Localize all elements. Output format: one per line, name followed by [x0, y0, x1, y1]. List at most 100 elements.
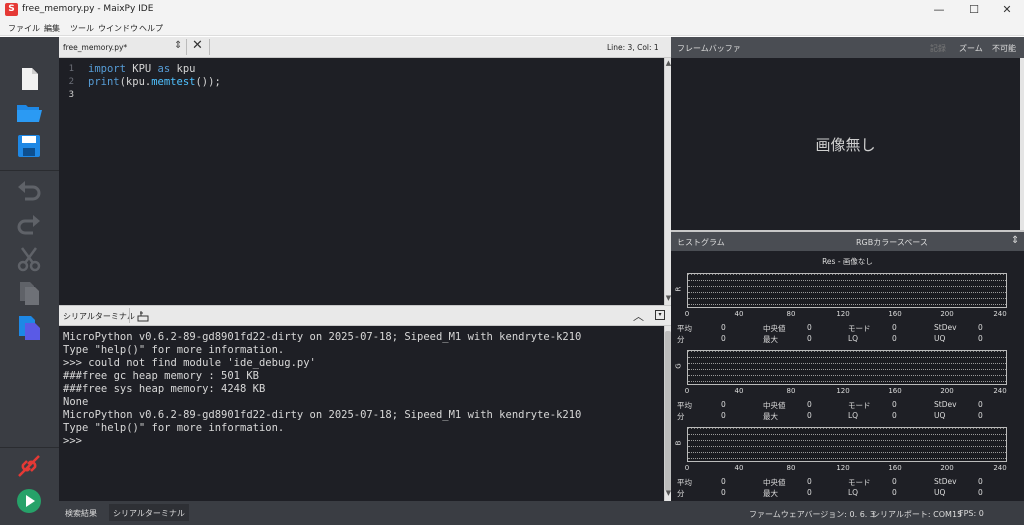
stat-label: LQ — [848, 488, 859, 497]
histogram-plot — [687, 427, 1007, 462]
terminal-collapse-icon[interactable]: ︿ — [633, 308, 644, 324]
terminal-save-icon[interactable] — [136, 309, 150, 323]
code-line[interactable]: import KPU as kpu — [88, 63, 658, 76]
stat-value: 0 — [721, 323, 726, 332]
cursor-position: Line: 3, Col: 1 — [607, 43, 659, 52]
tick-label: 80 — [786, 310, 796, 318]
menu-help[interactable]: ヘルプ — [139, 23, 163, 34]
tab-divider — [186, 39, 187, 55]
code-token: KPU — [125, 63, 158, 75]
framebuffer-scrollbar[interactable] — [1020, 58, 1024, 230]
editor-tab-bar: free_memory.py* ⇕ ✕ Line: 3, Col: 1 — [59, 37, 671, 58]
fps-counter: FPS: 0 — [959, 509, 984, 518]
code-content[interactable]: import KPU as kpu print(kpu.memtest()); — [88, 63, 658, 89]
stat-value: 0 — [978, 400, 983, 409]
undo-icon[interactable] — [15, 177, 43, 205]
zoom-button[interactable]: ズーム — [959, 43, 983, 54]
copy-icon[interactable] — [15, 279, 43, 307]
open-folder-icon[interactable] — [15, 98, 43, 126]
menu-tools[interactable]: ツール — [70, 23, 94, 34]
stat-label: モード — [848, 478, 871, 487]
terminal-line: Type "help()" for more information. — [63, 422, 285, 434]
close-window-button[interactable]: ✕ — [990, 0, 1024, 20]
record-button[interactable]: 記録 — [930, 43, 946, 54]
terminal-line: ###free gc heap memory : 501 KB — [63, 370, 259, 382]
plot-gridline — [688, 363, 1006, 364]
disable-button[interactable]: 不可能 — [992, 43, 1016, 54]
editor-file-tab[interactable]: free_memory.py* — [63, 43, 127, 52]
tick-label: 80 — [786, 387, 796, 395]
stat-label: LQ — [848, 411, 859, 420]
menu-edit[interactable]: 編集 — [44, 23, 60, 34]
disconnect-icon[interactable] — [15, 452, 43, 480]
stat-value: 0 — [807, 334, 812, 343]
run-icon[interactable] — [15, 487, 43, 515]
search-results-tab[interactable]: 検索結果 — [65, 508, 97, 519]
terminal-line: None — [63, 396, 89, 408]
stat-label: LQ — [848, 334, 859, 343]
serial-terminal-output[interactable]: MicroPython v0.6.2-89-gd8901fd22-dirty o… — [59, 326, 664, 501]
editor-scrollbar[interactable]: ▲ ▼ — [664, 58, 671, 305]
histogram-caption: Res - 画像なし — [822, 257, 873, 266]
stat-label: モード — [848, 324, 871, 333]
stat-value: 0 — [807, 411, 812, 420]
app-logo-icon: S — [5, 3, 18, 16]
tick-label: 160 — [888, 310, 902, 318]
plot-gridline — [688, 357, 1006, 358]
terminal-title: シリアルターミナル — [63, 312, 135, 321]
terminal-scrollbar[interactable]: ▼ — [664, 326, 671, 501]
colorspace-dropdown-icon[interactable]: ⇕ — [1011, 235, 1019, 246]
tick-label: 120 — [836, 464, 850, 472]
toolbar-divider — [0, 447, 59, 448]
title-bar: S free_memory.py - MaixPy IDE — ☐ ✕ — [0, 0, 1024, 20]
cut-icon[interactable] — [15, 245, 43, 273]
stat-value: 0 — [807, 400, 812, 409]
stat-value: 0 — [978, 477, 983, 486]
toolbar-divider — [0, 170, 59, 171]
menu-file[interactable]: ファイル — [8, 23, 40, 34]
stat-label: UQ — [934, 411, 946, 420]
plot-gridline — [688, 381, 1006, 382]
left-toolbar — [0, 37, 59, 525]
histogram-header: ヒストグラム RGBカラースペース ⇕ — [671, 232, 1024, 251]
plot-gridline — [688, 292, 1006, 293]
code-editor[interactable] — [59, 58, 664, 305]
save-icon[interactable] — [15, 132, 43, 160]
tick-label: 200 — [940, 387, 954, 395]
line-number: 3 — [68, 90, 74, 100]
firmware-version: ファームウェアバージョン: 0. 6. 3 — [749, 510, 875, 519]
menu-window[interactable]: ウインドウ — [98, 23, 138, 34]
new-file-icon[interactable] — [15, 65, 43, 93]
tick-label: 0 — [684, 387, 690, 395]
redo-icon[interactable] — [15, 211, 43, 239]
tick-label: 0 — [684, 464, 690, 472]
serial-terminal-tab[interactable]: シリアルターミナル — [109, 504, 189, 521]
line-number: 1 — [68, 64, 74, 74]
plot-gridline — [688, 304, 1006, 305]
tick-label: 120 — [836, 310, 850, 318]
code-token: ()); — [195, 76, 221, 88]
colorspace-select[interactable]: RGBカラースペース — [856, 237, 928, 248]
tick-label: 200 — [940, 464, 954, 472]
code-token: (kpu. — [119, 76, 152, 88]
terminal-divider — [129, 308, 130, 323]
stat-value: 0 — [892, 411, 897, 420]
channel-label: G — [674, 363, 683, 369]
minimize-button[interactable]: — — [922, 0, 956, 20]
stat-label: 分 — [677, 489, 685, 498]
status-bar: 検索結果 シリアルターミナル ファームウェアバージョン: 0. 6. 3 シリア… — [59, 501, 1024, 525]
stat-value: 0 — [892, 488, 897, 497]
line-number: 2 — [68, 77, 74, 87]
close-tab-icon[interactable]: ✕ — [192, 38, 203, 53]
tab-dropdown-icon[interactable]: ⇕ — [174, 40, 182, 51]
plot-gridline — [688, 375, 1006, 376]
window-title: free_memory.py - MaixPy IDE — [22, 4, 154, 14]
code-line[interactable]: print(kpu.memtest()); — [88, 76, 658, 89]
tick-label: 40 — [734, 310, 744, 318]
tick-label: 240 — [993, 310, 1007, 318]
terminal-menu-icon[interactable]: ▾ — [655, 310, 665, 320]
tick-label: 240 — [993, 464, 1007, 472]
maximize-button[interactable]: ☐ — [957, 0, 991, 20]
stat-label: 中央値 — [763, 324, 786, 333]
paste-icon[interactable] — [15, 313, 43, 341]
